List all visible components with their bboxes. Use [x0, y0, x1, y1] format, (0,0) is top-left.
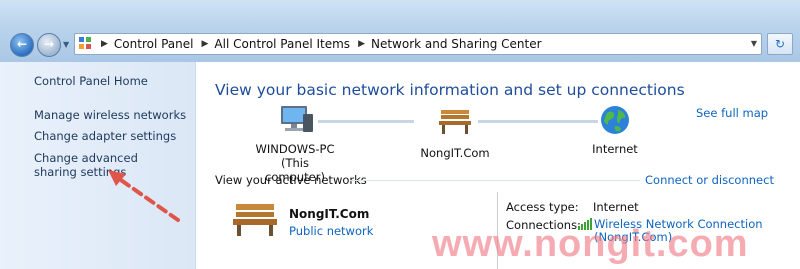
- breadcrumb-network-sharing-center[interactable]: Network and Sharing Center: [371, 37, 542, 51]
- window-titlebar: ← → ▼ ▶ Control Panel ▶ All Control Pane…: [0, 0, 800, 62]
- network-name: NongIT.Com: [420, 146, 490, 160]
- globe-icon: [570, 104, 660, 136]
- watermark: www.nongit.com: [432, 223, 749, 265]
- back-button[interactable]: ←: [10, 33, 34, 57]
- map-node-network[interactable]: NongIT.Com: [410, 108, 500, 160]
- back-arrow-icon: ←: [16, 37, 28, 51]
- address-bar[interactable]: ▶ Control Panel ▶ All Control Panel Item…: [74, 33, 762, 55]
- change-adapter-settings-link[interactable]: Change adapter settings: [34, 129, 176, 143]
- bench-icon: [410, 108, 500, 140]
- computer-icon: [250, 104, 340, 136]
- access-type-value: Internet: [593, 200, 639, 214]
- internet-label: Internet: [592, 142, 638, 156]
- breadcrumb-separator-icon[interactable]: ▶: [202, 39, 209, 49]
- network-location-link[interactable]: Public network: [289, 224, 373, 238]
- map-node-internet[interactable]: Internet: [570, 104, 660, 156]
- recent-pages-dropdown[interactable]: ▼: [63, 40, 69, 49]
- annotation-arrow: [108, 170, 180, 222]
- breadcrumb-all-items[interactable]: All Control Panel Items: [214, 37, 350, 51]
- connect-or-disconnect-link[interactable]: Connect or disconnect: [645, 173, 774, 187]
- refresh-button[interactable]: ↻: [767, 33, 793, 55]
- manage-wireless-networks-link[interactable]: Manage wireless networks: [34, 108, 186, 122]
- section-divider: [350, 180, 640, 181]
- forward-button[interactable]: →: [37, 33, 61, 57]
- breadcrumb-control-panel[interactable]: Control Panel: [114, 37, 194, 51]
- address-dropdown-icon[interactable]: ▼: [751, 39, 757, 48]
- active-network-name: NongIT.Com: [289, 207, 370, 221]
- map-node-computer[interactable]: WINDOWS-PC (This computer): [250, 104, 340, 184]
- breadcrumb-separator-icon[interactable]: ▶: [358, 39, 365, 49]
- forward-arrow-icon: →: [43, 37, 55, 51]
- see-full-map-link[interactable]: See full map: [696, 106, 768, 120]
- control-panel-home-link[interactable]: Control Panel Home: [34, 74, 148, 88]
- refresh-icon: ↻: [774, 37, 786, 51]
- page-title: View your basic network information and …: [215, 81, 685, 99]
- active-networks-heading: View your active networks: [215, 173, 367, 187]
- breadcrumb-separator-icon: ▶: [101, 39, 108, 49]
- network-bench-icon: [233, 204, 277, 236]
- computer-name: WINDOWS-PC: [255, 142, 335, 156]
- control-panel-icon: [79, 37, 93, 51]
- access-type-label: Access type:: [506, 200, 579, 214]
